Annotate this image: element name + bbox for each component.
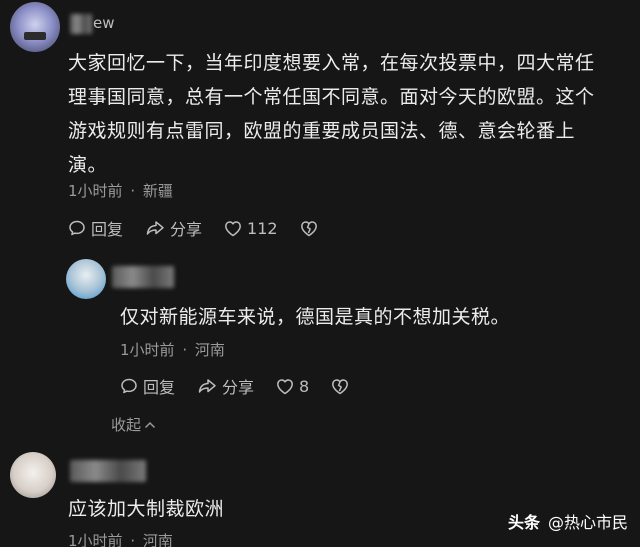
comment-text: 大家回忆一下，当年印度想要入常，在每次投票中，四大常任 理事国同意，总有一个常任…	[68, 46, 638, 182]
watermark: 头条 @热心市民	[508, 509, 628, 533]
dislike-button[interactable]	[331, 378, 354, 395]
avatar[interactable]	[10, 452, 56, 498]
comment-meta: 1小时前 · 河南	[120, 339, 225, 360]
meta-separator: ·	[182, 341, 188, 359]
comment-meta: 1小时前 · 新疆	[68, 180, 173, 201]
comment-thread: ew 大家回忆一下，当年印度想要入常，在每次投票中，四大常任 理事国同意，总有一…	[0, 0, 640, 547]
chevron-up-icon	[144, 416, 156, 434]
share-label: 分享	[222, 378, 255, 397]
speech-bubble-icon	[68, 219, 91, 237]
share-button[interactable]: 分享	[145, 216, 202, 240]
username-blurred	[70, 460, 146, 482]
reply-button[interactable]: 回复	[120, 374, 175, 398]
comment-location: 河南	[142, 532, 173, 547]
comment-time: 1小时前	[120, 341, 175, 359]
meta-separator: ·	[130, 182, 136, 200]
share-label: 分享	[170, 220, 203, 239]
like-button[interactable]: 112	[224, 219, 278, 238]
watermark-account: @热心市民	[547, 513, 628, 532]
avatar[interactable]	[66, 259, 106, 299]
avatar[interactable]	[10, 2, 60, 52]
comment-location: 新疆	[142, 182, 173, 200]
comment-text: 仅对新能源车来说，德国是真的不想加关税。	[120, 306, 511, 328]
comment-text-line: 游戏规则有点雷同，欧盟的重要成员国法、德、意会轮番上	[68, 120, 576, 142]
comment-time: 1小时前	[68, 532, 123, 547]
share-arrow-icon	[197, 377, 222, 395]
dislike-button[interactable]	[300, 220, 323, 237]
comment-text-line: 理事国同意，总有一个常任国不同意。面对今天的欧盟。这个	[68, 86, 595, 108]
reply-label: 回复	[91, 220, 124, 239]
comment-text: 应该加大制裁欧洲	[68, 498, 225, 520]
comment-actions: 回复 分享 112	[68, 216, 345, 240]
comment-text-line: 演。	[68, 154, 108, 176]
broken-heart-icon	[300, 220, 323, 237]
reply-label: 回复	[143, 378, 176, 397]
share-button[interactable]: 分享	[197, 374, 254, 398]
watermark-brand: 头条	[507, 513, 540, 532]
reply-button[interactable]: 回复	[68, 216, 123, 240]
like-button[interactable]: 8	[276, 377, 309, 396]
share-arrow-icon	[145, 219, 170, 237]
speech-bubble-icon	[120, 377, 143, 395]
broken-heart-icon	[331, 378, 354, 395]
username-blurred	[70, 14, 92, 34]
collapse-replies-button[interactable]: 收起	[111, 414, 156, 435]
heart-icon	[276, 378, 299, 395]
comment-location: 河南	[194, 341, 225, 359]
heart-icon	[224, 220, 247, 237]
comment-time: 1小时前	[68, 182, 123, 200]
comment-actions: 回复 分享 8	[120, 374, 376, 398]
comment-text-line: 大家回忆一下，当年印度想要入常，在每次投票中，四大常任	[68, 52, 595, 74]
like-count: 8	[299, 376, 310, 396]
meta-separator: ·	[130, 532, 136, 547]
like-count: 112	[247, 218, 278, 238]
username-blurred	[112, 266, 174, 288]
comment-meta: 1小时前 · 河南	[68, 530, 173, 547]
collapse-label: 收起	[111, 416, 142, 434]
username[interactable]: ew	[93, 14, 115, 32]
